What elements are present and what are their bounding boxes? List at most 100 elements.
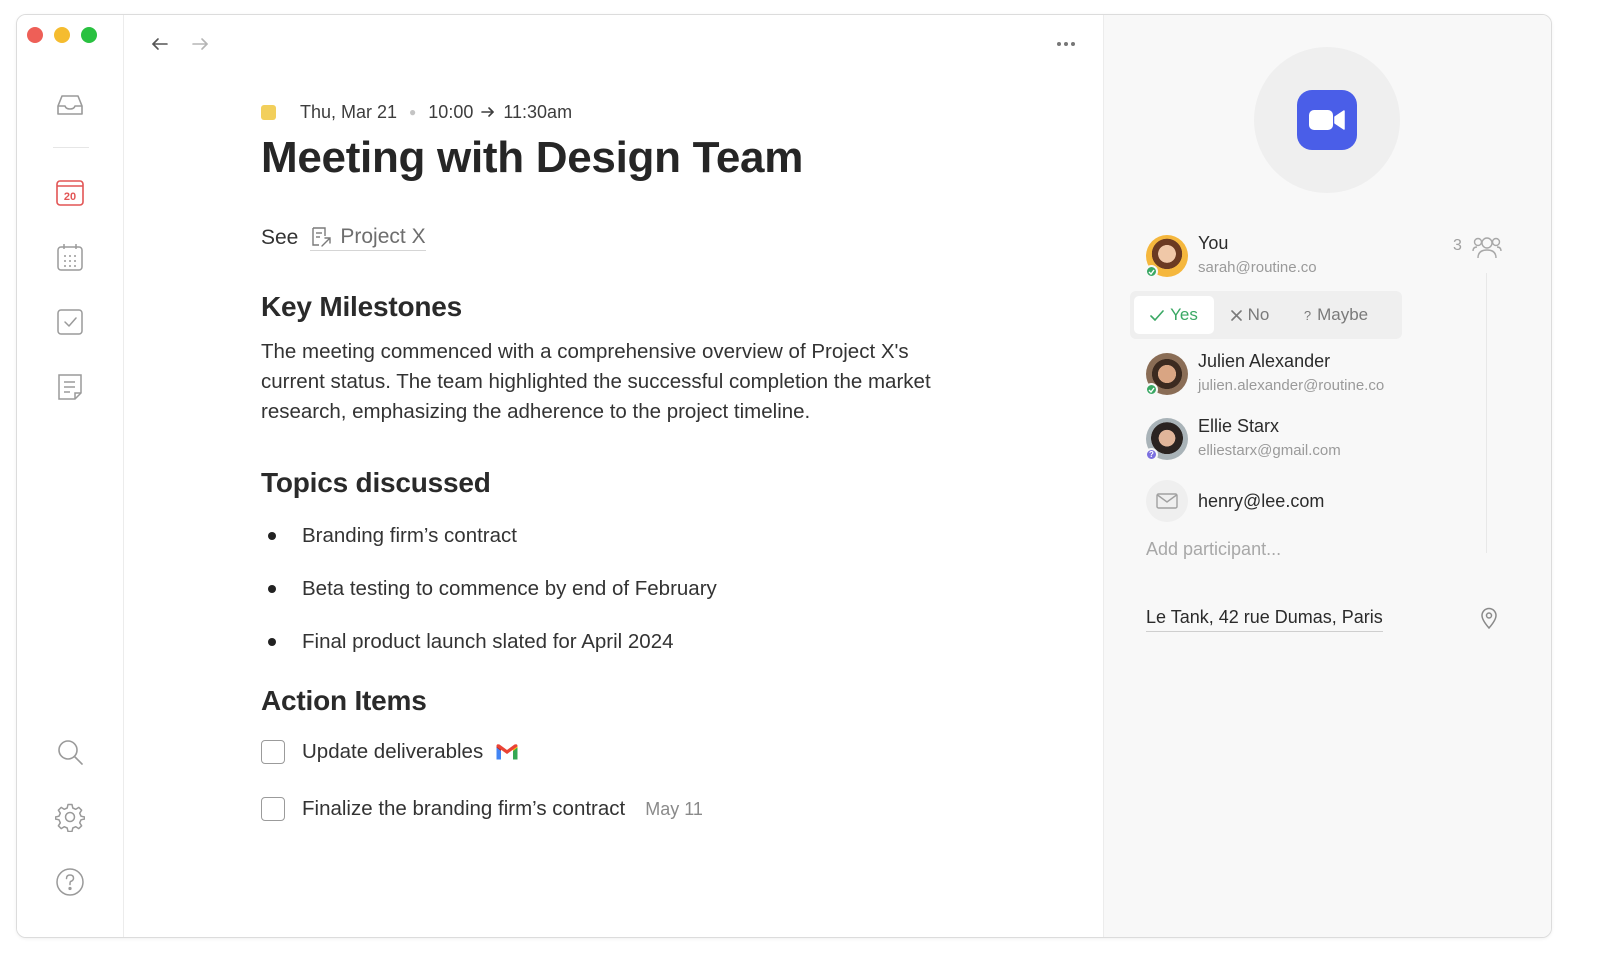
list-item: Beta testing to commence by end of Febru… — [261, 574, 961, 604]
participant-info: You sarah@routine.co — [1198, 233, 1317, 276]
arrow-right-icon — [192, 38, 208, 50]
arrow-right-icon — [481, 102, 495, 123]
conference-area — [1254, 47, 1400, 193]
sidebar: 20 — [17, 15, 124, 937]
actions-heading: Action Items — [261, 685, 427, 716]
forward-button[interactable] — [189, 33, 211, 55]
action-item-label[interactable]: Finalize the branding firm’s contract — [302, 797, 625, 821]
participant-count: 3 — [1453, 237, 1462, 254]
event-side-panel: 3 You sarah@routine.co Yes No ? Maybe Ju… — [1103, 15, 1551, 937]
action-item: Finalize the branding firm’s contract Ma… — [261, 794, 961, 824]
event-title[interactable]: Meeting with Design Team — [261, 133, 961, 183]
project-link-label: Project X — [340, 225, 426, 248]
participants-icon[interactable] — [1472, 234, 1502, 265]
milestones-heading: Key Milestones — [261, 291, 463, 322]
close-button[interactable] — [27, 27, 43, 43]
milestones-text: The meeting commenced with a comprehensi… — [261, 340, 931, 423]
add-participant-input[interactable]: Add participant... — [1146, 539, 1281, 560]
calendar-day-number: 20 — [64, 191, 76, 203]
participant-name: You — [1198, 233, 1229, 253]
note-icon — [58, 374, 82, 400]
location-pin-icon[interactable] — [1480, 607, 1498, 634]
more-options-button[interactable] — [1052, 33, 1080, 55]
sidebar-item-help[interactable] — [55, 867, 85, 897]
bullet — [268, 638, 276, 646]
event-start-time[interactable]: 10:00 — [428, 102, 473, 123]
participant-you[interactable]: You sarah@routine.co — [1145, 233, 1317, 278]
participant-ellie[interactable]: ? Ellie Starx elliestarx@gmail.com — [1145, 416, 1341, 461]
sidebar-item-search[interactable] — [55, 737, 85, 767]
question-mark-icon: ? — [1303, 307, 1312, 323]
zoom-join-button[interactable] — [1297, 90, 1357, 150]
see-row: See Project X — [261, 223, 961, 253]
participant-name: Ellie Starx — [1198, 416, 1280, 436]
action-item-checkbox[interactable] — [261, 797, 285, 821]
gmail-icon[interactable] — [495, 743, 519, 761]
back-button[interactable] — [149, 33, 171, 55]
topics-list: Branding firm’s contract Beta testing to… — [261, 521, 961, 657]
see-label: See — [261, 226, 299, 249]
bullet — [268, 585, 276, 593]
sidebar-divider — [53, 147, 89, 148]
project-link[interactable]: Project X — [310, 225, 426, 251]
avatar — [1145, 353, 1188, 396]
separator-dot: ● — [409, 105, 417, 119]
inbox-icon — [57, 95, 83, 115]
rsvp-no-label: No — [1247, 305, 1270, 324]
action-item-label[interactable]: Update deliverables — [302, 740, 483, 764]
action-item-checkbox[interactable] — [261, 740, 285, 764]
checkbox-icon — [57, 309, 83, 335]
calendar-day-icon: 20 — [56, 180, 84, 206]
event-datetime[interactable]: Thu, Mar 21 ● 10:00 11:30am — [261, 95, 961, 129]
sidebar-item-today[interactable]: 20 — [55, 177, 85, 207]
participant-email: sarah@routine.co — [1198, 259, 1317, 276]
participant-email: elliestarx@gmail.com — [1198, 442, 1341, 459]
calendar-grid-icon — [57, 244, 83, 271]
rsvp-no-button[interactable]: No — [1214, 296, 1286, 334]
avatar — [1146, 480, 1188, 522]
sidebar-item-inbox[interactable] — [55, 90, 85, 120]
sidebar-item-notes[interactable] — [55, 372, 85, 402]
maximize-button[interactable] — [81, 27, 97, 43]
avatar: ? — [1145, 418, 1188, 461]
close-icon — [1230, 309, 1242, 321]
maybe-status-icon: ? — [1145, 448, 1158, 461]
minimize-button[interactable] — [54, 27, 70, 43]
rsvp-selector: Yes No ? Maybe — [1130, 291, 1402, 339]
panel-divider — [1486, 273, 1487, 553]
action-item-due-date[interactable]: May 11 — [645, 799, 703, 820]
rsvp-yes-label: Yes — [1170, 305, 1198, 324]
zoom-icon — [1309, 110, 1345, 130]
list-item-text: Beta testing to commence by end of Febru… — [302, 577, 717, 600]
linked-note-icon — [312, 227, 332, 247]
mail-icon — [1156, 493, 1178, 509]
bullet — [268, 532, 276, 540]
accepted-status-icon — [1145, 383, 1158, 396]
sidebar-item-settings[interactable] — [55, 802, 85, 832]
participant-henry[interactable]: henry@lee.com — [1146, 480, 1324, 522]
event-detail: Thu, Mar 21 ● 10:00 11:30am Meeting with… — [125, 15, 1104, 937]
event-color-tag[interactable] — [261, 104, 276, 120]
sidebar-item-calendar[interactable] — [55, 242, 85, 272]
rsvp-maybe-button[interactable]: ? Maybe — [1286, 296, 1386, 334]
event-date: Thu, Mar 21 — [300, 101, 398, 122]
accepted-status-icon — [1145, 265, 1158, 278]
sidebar-item-tasks[interactable] — [55, 307, 85, 337]
app-window: 20 Thu, Mar 21 ● 10:00 11:30am Meeting w… — [16, 14, 1552, 938]
list-item-text: Branding firm’s contract — [302, 524, 517, 547]
avatar — [1145, 235, 1188, 278]
list-item: Final product launch slated for April 20… — [261, 627, 961, 657]
participant-julien[interactable]: Julien Alexander julien.alexander@routin… — [1145, 351, 1385, 396]
participant-name: Julien Alexander — [1198, 351, 1331, 371]
location-field[interactable]: Le Tank, 42 rue Dumas, Paris — [1146, 607, 1383, 632]
topics-heading: Topics discussed — [261, 467, 491, 498]
event-end-time[interactable]: 11:30am — [503, 102, 572, 123]
search-icon — [58, 740, 83, 765]
check-icon — [1150, 309, 1164, 321]
gear-icon — [55, 803, 85, 832]
list-item: Branding firm’s contract — [261, 521, 961, 551]
help-icon — [56, 868, 84, 896]
arrow-left-icon — [152, 38, 168, 50]
rsvp-yes-button[interactable]: Yes — [1134, 296, 1214, 334]
participant-email: julien.alexander@routine.co — [1198, 377, 1385, 394]
